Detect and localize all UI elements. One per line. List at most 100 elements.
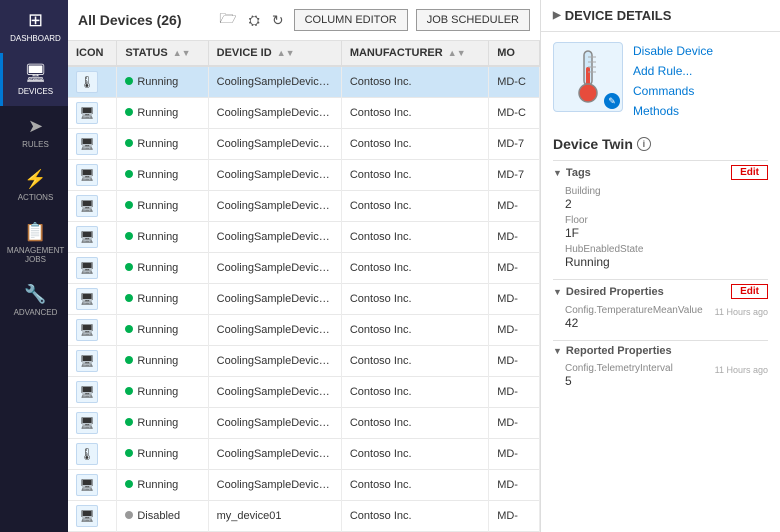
status-dot — [125, 325, 133, 333]
info-icon[interactable]: i — [637, 137, 651, 151]
panel-top: ✎ Disable Device Add Rule... Commands Me… — [541, 32, 780, 130]
col-model[interactable]: MO — [489, 41, 540, 66]
tags-group-title[interactable]: ▼ Tags — [553, 167, 591, 179]
table-row[interactable]: 🖥 Running CoolingSampleDevice020_979 Con… — [68, 191, 540, 222]
cell-model: MD- — [489, 284, 540, 315]
cell-manufacturer: Contoso Inc. — [341, 129, 488, 160]
table-row[interactable]: 🖥 Running CoolingSampleDevice006_979 Con… — [68, 222, 540, 253]
cell-manufacturer: Contoso Inc. — [341, 191, 488, 222]
cell-status: Running — [117, 284, 208, 315]
cell-model: MD- — [489, 470, 540, 501]
table-row[interactable]: 🌡 Running CoolingSampleDevice001_979 Con… — [68, 66, 540, 98]
table-row[interactable]: 🖥 Running CoolingSampleDevice018_979 Con… — [68, 408, 540, 439]
job-scheduler-button[interactable]: JOB SCHEDULER — [416, 9, 530, 31]
cell-status: Running — [117, 66, 208, 98]
device-icon: 🖥 — [76, 412, 98, 434]
tags-hub-value: Running — [565, 255, 768, 269]
cell-icon: 🖥 — [68, 284, 117, 315]
device-icon: 🖥 — [76, 226, 98, 248]
table-row[interactable]: 🖥 Running CoolingSampleDevice004_979 Con… — [68, 470, 540, 501]
table-row[interactable]: 🖥 Running CoolingSampleDevice010_979 Con… — [68, 315, 540, 346]
reported-chevron: ▼ — [553, 346, 562, 356]
folder-icon[interactable]: 🗁 — [217, 6, 238, 34]
commands-link[interactable]: Commands — [633, 82, 713, 100]
tags-group: ▼ Tags Edit Building 2 Floor 1F HubEnabl… — [553, 160, 768, 271]
panel-header: ▶ DEVICE DETAILS — [541, 0, 780, 32]
device-badge: ✎ — [604, 93, 620, 109]
cell-device-id: my_device01 — [208, 501, 341, 532]
sidebar-item-advanced[interactable]: 🔧Advanced — [0, 274, 68, 327]
reported-interval-field: Config.TelemetryInterval 5 11 Hours ago — [553, 361, 768, 390]
desired-temp-label: Config.TemperatureMeanValue — [565, 305, 703, 316]
table-row[interactable]: 🖥 Running CoolingSampleDevice025_979 Con… — [68, 284, 540, 315]
advanced-icon: 🔧 — [24, 284, 46, 305]
reported-group-title[interactable]: ▼ Reported Properties — [553, 345, 672, 357]
col-manufacturer[interactable]: MANUFACTURER ▲▼ — [341, 41, 488, 66]
cell-status: Running — [117, 377, 208, 408]
dashboard-icon: ⊞ — [28, 10, 43, 31]
sidebar-item-devices[interactable]: 🖥Devices — [0, 53, 68, 106]
desired-group-title[interactable]: ▼ Desired Properties — [553, 286, 664, 298]
sidebar-item-actions[interactable]: ⚡Actions — [0, 159, 68, 212]
column-editor-button[interactable]: COLUMN EDITOR — [294, 9, 408, 31]
desired-edit-button[interactable]: Edit — [731, 284, 768, 299]
tags-hub-label: HubEnabledState — [565, 244, 768, 255]
table-row[interactable]: 🖥 Running CoolingSampleDevice022_979 Con… — [68, 253, 540, 284]
desired-temp-value: 42 — [565, 316, 703, 330]
cell-icon: 🖥 — [68, 160, 117, 191]
table-row[interactable]: 🖥 Running CoolingSampleDevice023_979 Con… — [68, 98, 540, 129]
cell-device-id: CoolingSampleDevice025_979 — [208, 284, 341, 315]
table-row[interactable]: 🖥 Running CoolingSampleDevice013_979 Con… — [68, 160, 540, 191]
cell-status: Running — [117, 408, 208, 439]
cell-icon: 🌡 — [68, 439, 117, 470]
tags-building-field: Building 2 — [553, 184, 768, 213]
thermometer-device-icon: 🌡 — [76, 443, 98, 465]
methods-link[interactable]: Methods — [633, 102, 713, 120]
table-row[interactable]: 🖥 Running CoolingSampleDevice012_979 Con… — [68, 346, 540, 377]
table-row[interactable]: 🖥 Running CoolingSampleDevice015_979 Con… — [68, 377, 540, 408]
cell-icon: 🖥 — [68, 408, 117, 439]
col-device-id[interactable]: DEVICE ID ▲▼ — [208, 41, 341, 66]
cell-manufacturer: Contoso Inc. — [341, 470, 488, 501]
device-icon: 🖥 — [76, 257, 98, 279]
table-row[interactable]: 🖥 Disabled my_device01 Contoso Inc. MD- — [68, 501, 540, 532]
status-dot — [125, 139, 133, 147]
tags-floor-field: Floor 1F — [553, 213, 768, 242]
cell-model: MD- — [489, 191, 540, 222]
cell-device-id: CoolingSampleDevice006_979 — [208, 222, 341, 253]
tags-hub-field: HubEnabledState Running — [553, 242, 768, 271]
cell-status: Running — [117, 222, 208, 253]
sidebar-item-management-jobs[interactable]: 📋Management Jobs — [0, 212, 68, 274]
device-icon: 🖥 — [76, 474, 98, 496]
col-status[interactable]: STATUS ▲▼ — [117, 41, 208, 66]
desired-temp-row: Config.TemperatureMeanValue 42 11 Hours … — [565, 305, 768, 330]
panel-header-title: DEVICE DETAILS — [565, 8, 672, 23]
tags-floor-label: Floor — [565, 215, 768, 226]
cell-model: MD- — [489, 439, 540, 470]
table-row[interactable]: 🖥 Running CoolingSampleDevice005_979 Con… — [68, 129, 540, 160]
management-jobs-label: Management Jobs — [7, 246, 64, 264]
table-header-row: ICON STATUS ▲▼ DEVICE ID ▲▼ MANUFACTURER… — [68, 41, 540, 66]
reported-interval-value: 5 — [565, 374, 673, 388]
cell-icon: 🖥 — [68, 253, 117, 284]
tags-building-label: Building — [565, 186, 768, 197]
status-dot — [125, 480, 133, 488]
add-rule-link[interactable]: Add Rule... — [633, 62, 713, 80]
refresh-icon[interactable]: ↻ — [270, 10, 286, 31]
cell-manufacturer: Contoso Inc. — [341, 315, 488, 346]
desired-temp-timestamp: 11 Hours ago — [715, 307, 768, 317]
rules-icon: ➤ — [28, 116, 43, 137]
tags-edit-button[interactable]: Edit — [731, 165, 768, 180]
device-twin-section: Device Twin i ▼ Tags Edit Building 2 Flo… — [541, 130, 780, 408]
sidebar-item-rules[interactable]: ➤Rules — [0, 106, 68, 159]
filter-icon[interactable]: ⛭ — [247, 10, 262, 31]
cell-model: MD- — [489, 501, 540, 532]
sidebar-item-dashboard[interactable]: ⊞Dashboard — [0, 0, 68, 53]
table-row[interactable]: 🌡 Running CoolingSampleDevice002_979 Con… — [68, 439, 540, 470]
devices-table: ICON STATUS ▲▼ DEVICE ID ▲▼ MANUFACTURER… — [68, 41, 540, 532]
tags-building-value: 2 — [565, 197, 768, 211]
status-dot — [125, 263, 133, 271]
status-dot — [125, 201, 133, 209]
right-panel: ▶ DEVICE DETAILS ✎ Disable Device Add Ru… — [540, 0, 780, 532]
disable-device-link[interactable]: Disable Device — [633, 42, 713, 60]
